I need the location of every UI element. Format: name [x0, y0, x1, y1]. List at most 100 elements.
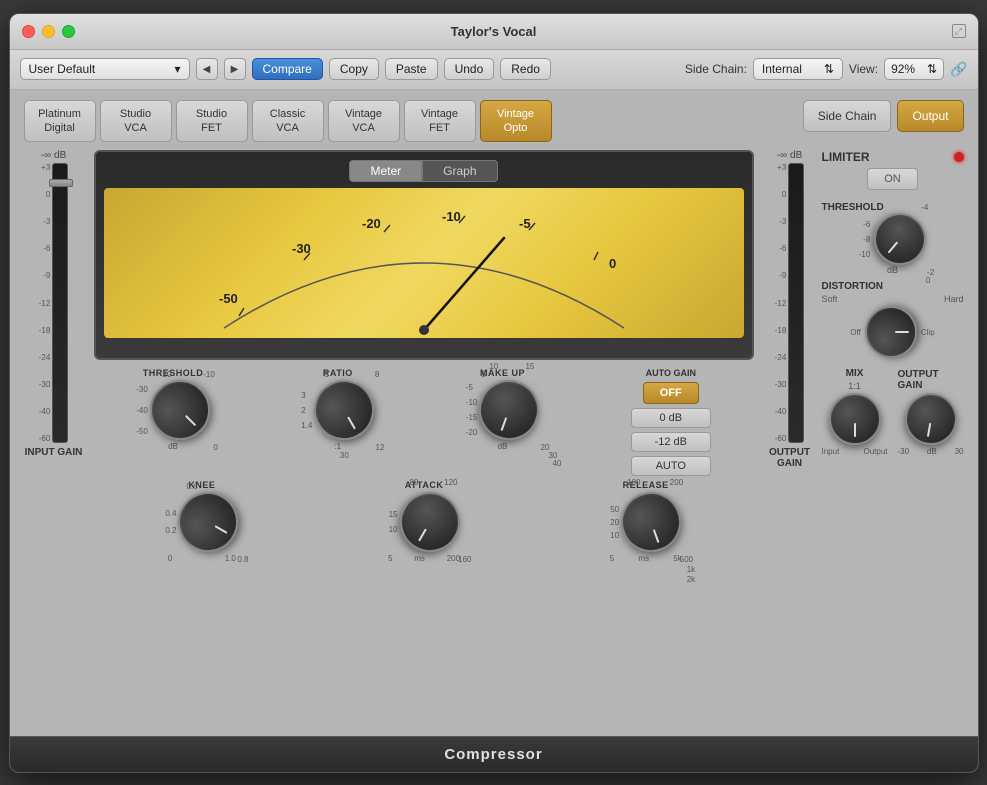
side-chain-dropdown[interactable]: Internal ⇅	[753, 58, 843, 80]
view-section: View: 92% ⇅ 🔗	[849, 58, 968, 80]
model-buttons: PlatinumDigital StudioVCA StudioFET Clas…	[24, 100, 793, 143]
side-chain-section: Side Chain: Internal ⇅	[685, 58, 843, 80]
redo-button[interactable]: Redo	[500, 58, 551, 80]
right-meter-col: -∞ dB +3 0 -3 -6 -9 -12 -18 -24	[764, 150, 816, 469]
fader-handle[interactable]	[49, 179, 73, 187]
copy-button[interactable]: Copy	[329, 58, 379, 80]
vu-display: -50 -30 -20 -10 -5 0	[104, 188, 744, 338]
side-chain-label: Side Chain:	[685, 62, 747, 76]
controls-row-1: THRESHOLD -30 -40 -50 -20 -10	[94, 368, 754, 476]
release-knob[interactable]	[613, 484, 690, 561]
ratio-knob[interactable]	[303, 369, 385, 451]
output-gain-indicator	[926, 422, 930, 436]
plugin-window: Taylor's Vocal ⤢ User Default ▾ ◀ ▶ Comp…	[9, 13, 979, 773]
top-row: PlatinumDigital StudioVCA StudioFET Clas…	[24, 100, 964, 143]
meter-tab[interactable]: Meter	[349, 160, 422, 182]
nav-back-button[interactable]: ◀	[196, 58, 218, 80]
zero-db-btn[interactable]: 0 dB	[631, 408, 711, 428]
clip-label: Clip	[921, 328, 935, 337]
center-section: Meter Graph -50 -30 -20 -10	[94, 150, 754, 563]
nav-forward-button[interactable]: ▶	[224, 58, 246, 80]
knee-knob-group: KNEE 0.4 0.2 0.6 0.8	[165, 480, 238, 563]
side-chain-btn[interactable]: Side Chain	[803, 100, 892, 132]
threshold-label-right: THRESHOLD	[822, 202, 884, 213]
minus-12-btn[interactable]: -12 dB	[631, 432, 711, 452]
vu-meter-container: Meter Graph -50 -30 -20 -10	[94, 150, 754, 360]
model-btn-platinum-digital[interactable]: PlatinumDigital	[24, 100, 96, 143]
output-gain-meter	[788, 163, 804, 443]
auto-gain-section: AUTO GAIN OFF 0 dB -12 dB AUTO	[631, 368, 711, 476]
model-btn-classic-vca[interactable]: ClassicVCA	[252, 100, 324, 143]
limiter-label: LIMITER	[822, 150, 870, 164]
svg-text:-30: -30	[292, 241, 311, 256]
knee-indicator	[215, 525, 228, 534]
threshold-knob[interactable]	[137, 368, 222, 453]
meter-tab-bar: Meter Graph	[104, 160, 744, 182]
mix-ratio: 1:1	[848, 381, 861, 391]
ratio-knob-group: RATIO 3 2 1.4 5 8	[301, 368, 374, 451]
model-btn-vintage-opto[interactable]: VintageOpto	[480, 100, 552, 143]
plugin-name: Compressor	[444, 746, 542, 763]
input-db-label: -∞ dB	[41, 150, 66, 161]
window-controls	[22, 25, 75, 38]
output-gain-unit: dB	[927, 447, 937, 456]
mix-knob[interactable]	[829, 393, 881, 445]
limiter-threshold-knob[interactable]	[864, 202, 937, 275]
off-label: Off	[850, 328, 861, 337]
auto-btn[interactable]: AUTO	[631, 456, 711, 476]
model-btn-studio-fet[interactable]: StudioFET	[176, 100, 248, 143]
threshold-knob-group: THRESHOLD -30 -40 -50 -20 -10	[136, 368, 210, 451]
release-indicator	[653, 529, 660, 543]
release-knob-group: RELEASE 50 20 10 100 200	[610, 480, 682, 563]
link-icon[interactable]: 🔗	[950, 61, 967, 78]
attack-unit: ms	[414, 554, 425, 563]
vu-arc-svg: -50 -30 -20 -10 -5 0	[104, 188, 744, 338]
title-bar: Taylor's Vocal ⤢	[10, 14, 978, 50]
makeup-indicator	[501, 417, 508, 431]
attack-indicator	[418, 529, 427, 542]
graph-tab[interactable]: Graph	[422, 160, 497, 182]
input-gain-label: INPUT GAIN	[25, 447, 83, 458]
svg-text:-10: -10	[442, 209, 461, 224]
model-btn-vintage-fet[interactable]: VintageFET	[404, 100, 476, 143]
makeup-knob[interactable]	[471, 372, 548, 449]
threshold-section: THRESHOLD -6 -8 -10 -4	[822, 202, 964, 275]
model-btn-vintage-vca[interactable]: VintageVCA	[328, 100, 400, 143]
window-title: Taylor's Vocal	[451, 24, 537, 39]
minimize-button[interactable]	[42, 25, 55, 38]
preset-dropdown[interactable]: User Default ▾	[20, 58, 190, 80]
ratio-indicator	[347, 417, 356, 430]
input-gain-col: -∞ dB +3 0 -3 -6 -9 -12 -18 -24 -30 -40 …	[24, 150, 84, 563]
output-btn[interactable]: Output	[897, 100, 963, 132]
paste-button[interactable]: Paste	[385, 58, 438, 80]
knee-knob[interactable]	[167, 481, 249, 563]
view-dropdown[interactable]: 92% ⇅	[884, 58, 944, 80]
compare-button[interactable]: Compare	[252, 58, 323, 80]
model-btn-studio-vca[interactable]: StudioVCA	[100, 100, 172, 143]
limiter-unit: dB	[887, 265, 898, 275]
title-bar-right: ⤢	[952, 24, 966, 38]
expand-icon[interactable]: ⤢	[952, 24, 966, 38]
output-gain-knob[interactable]	[900, 388, 960, 448]
toolbar: User Default ▾ ◀ ▶ Compare Copy Paste Un…	[10, 50, 978, 90]
maximize-button[interactable]	[62, 25, 75, 38]
limiter-area: LIMITER ON	[822, 150, 964, 190]
auto-gain-off-btn[interactable]: OFF	[643, 382, 699, 404]
controls-row-2: KNEE 0.4 0.2 0.6 0.8	[94, 480, 754, 563]
close-button[interactable]	[22, 25, 35, 38]
limiter-on-btn[interactable]: ON	[867, 168, 918, 190]
input-gain-scale: +3 0 -3 -6 -9 -12 -18 -24 -30 -40 -60	[39, 163, 51, 443]
right-db-label: -∞ dB	[777, 150, 802, 161]
makeup-label: MAKE UP	[480, 368, 525, 378]
main-content: PlatinumDigital StudioVCA StudioFET Clas…	[10, 90, 978, 736]
distortion-label: DISTORTION	[822, 281, 883, 292]
output-gain-label: OUTPUT GAIN	[764, 447, 816, 469]
undo-button[interactable]: Undo	[444, 58, 495, 80]
mix-knob-group: MIX 1:1 Input Output	[822, 368, 888, 456]
mix-label: MIX	[846, 368, 864, 379]
distortion-knob[interactable]	[865, 306, 917, 358]
input-gain-fader[interactable]	[52, 163, 68, 443]
attack-knob[interactable]	[389, 481, 471, 563]
soft-label: Soft	[822, 294, 838, 304]
mix-output-row: MIX 1:1 Input Output	[822, 368, 964, 456]
